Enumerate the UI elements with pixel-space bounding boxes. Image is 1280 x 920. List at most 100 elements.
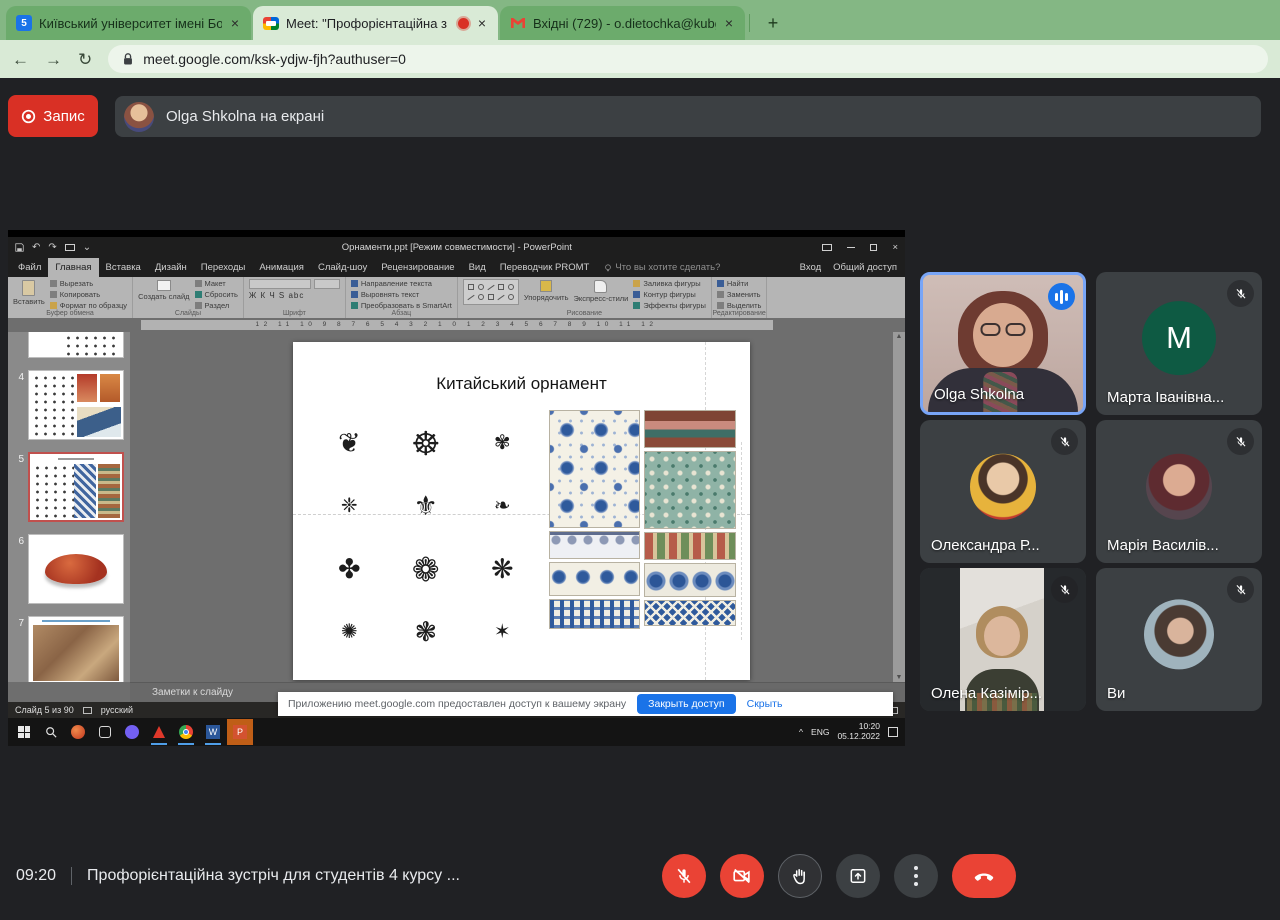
taskbar-app-powerpoint[interactable]: P xyxy=(227,719,253,745)
scroll-down-icon[interactable]: ▼ xyxy=(896,674,903,681)
ppt-tab-file[interactable]: Файл xyxy=(11,258,48,277)
tab-university[interactable]: 5 Київський університет імені Бор × xyxy=(6,6,251,40)
tray-chevron-icon[interactable]: ^ xyxy=(799,727,803,737)
paste-button[interactable]: Вставить xyxy=(13,279,45,306)
undo-icon[interactable]: ↶ xyxy=(32,242,40,253)
reset-button[interactable]: Сбросить xyxy=(195,290,238,299)
slide-4-thumbnail[interactable] xyxy=(28,370,124,440)
leave-call-button[interactable] xyxy=(952,854,1016,898)
camera-toggle-button[interactable] xyxy=(720,854,764,898)
ppt-tab-home[interactable]: Главная xyxy=(48,258,98,277)
slide-6-thumbnail[interactable] xyxy=(28,534,124,604)
new-slide-button[interactable]: Создать слайд xyxy=(138,279,189,301)
close-tab-icon[interactable]: × xyxy=(723,15,735,31)
shapes-gallery[interactable] xyxy=(463,279,519,305)
taskbar-app-word[interactable]: W xyxy=(200,719,226,745)
present-screen-button[interactable] xyxy=(836,854,880,898)
ppt-tab-view[interactable]: Вид xyxy=(462,258,493,277)
participant-tile-olena[interactable]: Олена Казімір... xyxy=(920,568,1086,711)
raise-hand-button[interactable] xyxy=(778,854,822,898)
reload-button[interactable]: ↻ xyxy=(78,51,92,68)
participant-tile-you[interactable]: Ви xyxy=(1096,568,1262,711)
taskbar-app-mail[interactable] xyxy=(146,719,172,745)
display-settings-icon[interactable] xyxy=(822,244,832,251)
ppt-tab-review[interactable]: Рецензирование xyxy=(374,258,461,277)
font-style-buttons[interactable]: Ж К Ч S abc xyxy=(249,291,340,300)
ppt-tab-promt[interactable]: Переводчик PROMT xyxy=(493,258,597,277)
align-text-button[interactable]: Выровнять текст xyxy=(351,290,452,299)
stop-sharing-button[interactable]: Закрыть доступ xyxy=(637,694,735,714)
taskbar-app-chrome[interactable] xyxy=(173,719,199,745)
tab-meet[interactable]: Meet: "Профорієнтаційна з × xyxy=(253,6,498,40)
mic-toggle-button[interactable] xyxy=(662,854,706,898)
slide-7-thumbnail[interactable] xyxy=(28,616,124,682)
tab-gmail[interactable]: Вхідні (729) - o.dietochka@kubg × xyxy=(500,6,745,40)
slide-3-thumbnail[interactable] xyxy=(28,332,124,358)
share-button[interactable]: Общий доступ xyxy=(833,262,897,273)
find-button[interactable]: Найти xyxy=(717,279,762,288)
arrange-button[interactable]: Упорядочить xyxy=(524,279,569,302)
sign-in-button[interactable]: Вход xyxy=(800,262,822,273)
restore-icon[interactable] xyxy=(870,244,877,251)
shape-outline-button[interactable]: Контур фигуры xyxy=(633,290,706,299)
ppt-tab-insert[interactable]: Вставка xyxy=(99,258,148,277)
recording-badge[interactable]: Запис xyxy=(8,95,98,137)
more-options-button[interactable] xyxy=(894,854,938,898)
ppt-tab-slideshow[interactable]: Слайд-шоу xyxy=(311,258,374,277)
calendar-favicon: 5 xyxy=(16,15,32,31)
participant-tile-oleksandra[interactable]: Олександра Р... xyxy=(920,420,1086,563)
qat-caret-icon[interactable]: ⌄ xyxy=(83,242,91,253)
slide-5-thumbnail-selected[interactable] xyxy=(28,452,124,522)
shape-fill-button[interactable]: Заливка фигуры xyxy=(633,279,706,288)
scroll-up-icon[interactable]: ▲ xyxy=(896,333,903,340)
taskbar-app-browser[interactable] xyxy=(65,719,91,745)
tell-me-box[interactable]: Что вы хотите сделать? xyxy=(596,258,728,277)
participant-tile-olga[interactable]: Olga Shkolna xyxy=(920,272,1086,415)
close-tab-icon[interactable]: × xyxy=(476,15,488,31)
font-name-select[interactable] xyxy=(249,279,311,289)
replace-button[interactable]: Заменить xyxy=(717,290,762,299)
address-bar[interactable]: meet.google.com/ksk-ydjw-fjh?authuser=0 xyxy=(108,45,1268,73)
current-slide[interactable]: Китайський орнамент ❦ ☸ ✾ ❈ ⚜ ❧ ✤ ❁ xyxy=(293,342,750,680)
action-center-icon[interactable] xyxy=(888,727,898,737)
layout-button[interactable]: Макет xyxy=(195,279,238,288)
copy-button[interactable]: Копировать xyxy=(50,290,127,299)
text-direction-button[interactable]: Направление текста xyxy=(351,279,452,288)
redo-icon[interactable]: ↷ xyxy=(48,242,56,253)
font-size-select[interactable] xyxy=(314,279,340,289)
clock-widget[interactable]: 10:20 05.12.2022 xyxy=(837,722,880,742)
quick-styles-button[interactable]: Экспресс-стили xyxy=(573,279,628,303)
taskbar-app-phone[interactable] xyxy=(92,719,118,745)
participant-tile-maria[interactable]: Марія Василів... xyxy=(1096,420,1262,563)
section-button[interactable]: Раздел xyxy=(195,301,238,310)
vertical-scrollbar[interactable]: ▲ ▼ xyxy=(893,332,905,682)
taskbar-app-viber[interactable] xyxy=(119,719,145,745)
polychrome-band xyxy=(644,410,736,448)
minimize-icon[interactable] xyxy=(847,247,855,248)
start-button[interactable] xyxy=(11,719,37,745)
slideshow-icon[interactable] xyxy=(65,244,75,251)
ornament-glyph: ✾ xyxy=(494,433,511,453)
ppt-tab-design[interactable]: Дизайн xyxy=(148,258,194,277)
close-tab-icon[interactable]: × xyxy=(229,15,241,31)
screenshare-frame[interactable]: ↶ ↷ ⌄ Орнаменти.ppt [Режим совместимости… xyxy=(8,230,905,746)
back-button[interactable]: ← xyxy=(12,51,29,68)
select-button[interactable]: Выделить xyxy=(717,301,762,310)
shape-effects-button[interactable]: Эффекты фигуры xyxy=(633,301,706,310)
language-badge[interactable]: ENG xyxy=(811,727,829,737)
tab-title: Meet: "Профорієнтаційна з xyxy=(286,16,451,31)
participant-tile-marta[interactable]: M Марта Іванівна... xyxy=(1096,272,1262,415)
close-window-icon[interactable]: × xyxy=(892,242,898,253)
search-button[interactable] xyxy=(38,719,64,745)
forward-button[interactable]: → xyxy=(45,51,62,68)
language-indicator[interactable]: русский xyxy=(101,705,133,715)
cut-button[interactable]: Вырезать xyxy=(50,279,127,288)
hide-toast-button[interactable]: Скрыть xyxy=(747,698,789,710)
smartart-button[interactable]: Преобразовать в SmartArt xyxy=(351,301,452,310)
presenting-banner[interactable]: Olga Shkolna на екрані xyxy=(115,96,1261,137)
ppt-tab-animations[interactable]: Анимация xyxy=(252,258,311,277)
ppt-tab-transitions[interactable]: Переходы xyxy=(194,258,253,277)
format-painter-button[interactable]: Формат по образцу xyxy=(50,301,127,310)
save-icon[interactable] xyxy=(15,243,24,252)
new-tab-button[interactable]: + xyxy=(760,10,786,36)
